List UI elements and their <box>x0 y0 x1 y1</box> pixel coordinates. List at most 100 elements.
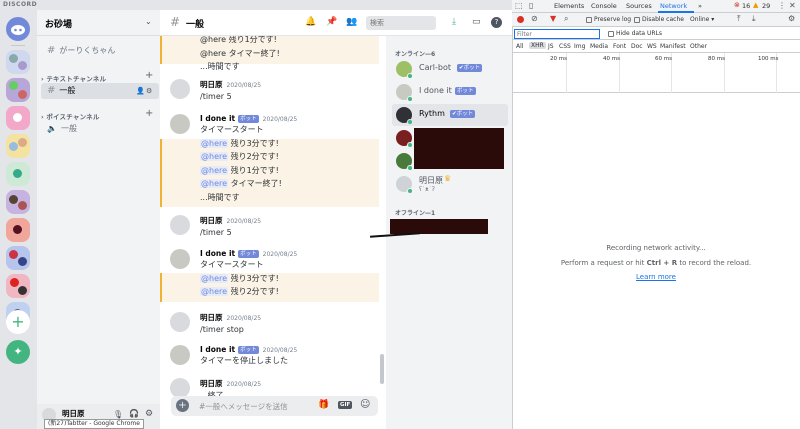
channel-pinned[interactable]: # がーりくちゃん <box>41 43 159 59</box>
hide-data-urls-checkbox[interactable]: Hide data URLs <box>608 30 662 37</box>
message-composer[interactable]: + #一般へメッセージを送信 🎁 GIF ☺ <box>171 396 378 416</box>
upload-icon[interactable]: ⤒ <box>737 14 741 24</box>
add-server-icon[interactable]: + <box>6 310 30 334</box>
inbox-icon[interactable]: ▭ <box>472 17 481 27</box>
tab-sources[interactable]: Sources <box>626 2 652 10</box>
mention[interactable]: @here <box>200 273 229 283</box>
invite-icon[interactable]: 👤 <box>136 83 145 99</box>
mention[interactable]: @here <box>200 179 229 188</box>
gift-icon[interactable]: 🎁 <box>318 400 329 410</box>
server-icon[interactable] <box>6 78 30 102</box>
search-input[interactable] <box>366 16 436 30</box>
upload-plus-icon[interactable]: + <box>176 399 189 412</box>
author[interactable]: 明日原 <box>200 313 223 322</box>
emoji-icon[interactable]: ☺ <box>360 399 370 410</box>
type-other[interactable]: Other <box>690 43 707 50</box>
type-js[interactable]: JS <box>548 43 554 50</box>
author[interactable]: 明日原 <box>200 80 223 89</box>
kebab-menu-icon[interactable]: ⋮ <box>778 1 786 10</box>
clear-icon[interactable]: ⊘ <box>531 14 538 23</box>
error-count[interactable]: 16 <box>742 2 750 10</box>
gear-icon[interactable]: ⚙ <box>146 83 152 99</box>
server-icon[interactable] <box>6 274 30 298</box>
explore-compass-icon[interactable]: ✦ <box>6 340 30 364</box>
type-img[interactable]: Img <box>574 43 585 50</box>
discord-home-icon[interactable] <box>6 17 30 41</box>
channel-text-general[interactable]: # 一般 👤 ⚙ <box>41 83 159 99</box>
scrollbar[interactable] <box>380 354 384 384</box>
mention[interactable]: @here <box>200 165 229 175</box>
avatar[interactable] <box>170 312 190 332</box>
headphones-icon[interactable]: 🎧 <box>129 409 139 418</box>
disable-cache-checkbox[interactable]: Disable cache <box>634 16 684 23</box>
server-icon[interactable] <box>6 50 30 74</box>
author[interactable]: I done it <box>200 249 235 258</box>
server-header[interactable]: お砂場 ⌄ <box>37 10 160 36</box>
member-item[interactable]: Rythm ✔ボット <box>392 104 508 126</box>
avatar[interactable] <box>170 114 190 134</box>
server-icon[interactable] <box>6 246 30 270</box>
learn-more-link[interactable]: Learn more <box>512 273 800 281</box>
tab-console[interactable]: Console <box>591 2 617 10</box>
type-ws[interactable]: WS <box>647 43 657 50</box>
member-item[interactable]: Carl-bot ✔ボット <box>392 58 508 80</box>
author[interactable]: 明日原 <box>200 379 223 388</box>
preserve-log-checkbox[interactable]: Preserve log <box>586 16 631 23</box>
settings-gear-icon[interactable]: ⚙ <box>788 14 795 23</box>
mention[interactable]: @here <box>200 138 229 148</box>
error-icon[interactable]: ⊗ <box>734 1 740 9</box>
warning-count[interactable]: 29 <box>762 2 770 10</box>
author[interactable]: I done it <box>200 345 235 354</box>
server-icon[interactable] <box>6 190 30 214</box>
record-icon[interactable] <box>517 16 524 23</box>
server-icon[interactable] <box>6 134 30 158</box>
author[interactable]: I done it <box>200 114 235 123</box>
bell-icon[interactable]: 🔔 <box>305 17 316 27</box>
avatar[interactable] <box>170 79 190 99</box>
add-channel-icon[interactable]: + <box>145 108 153 119</box>
category-text[interactable]: › テキストチャンネル <box>41 73 106 83</box>
tab-elements[interactable]: Elements <box>554 2 584 10</box>
type-all[interactable]: All <box>516 43 523 50</box>
member-item[interactable]: 明日原 ♛ ʕ˙ᴥ˙ʔ <box>392 173 508 199</box>
settings-gear-icon[interactable]: ⚙ <box>145 409 153 419</box>
avatar[interactable] <box>170 249 190 269</box>
help-icon[interactable]: ? <box>491 17 502 28</box>
server-icon[interactable] <box>6 106 30 130</box>
avatar[interactable] <box>170 345 190 365</box>
channel-voice-general[interactable]: 🔈 一般 <box>41 121 159 137</box>
download-icon[interactable]: ⤓ <box>752 14 756 24</box>
warning-icon[interactable]: ▲ <box>753 1 758 9</box>
filter-icon[interactable]: ▼ <box>550 14 556 23</box>
members-icon[interactable]: 👥 <box>346 17 357 27</box>
more-tabs-button[interactable]: » <box>698 2 702 10</box>
gif-button[interactable]: GIF <box>338 401 353 409</box>
throttle-select[interactable]: Online ▾ <box>690 16 714 23</box>
device-toggle-icon[interactable]: ▯ <box>529 1 533 10</box>
search-icon[interactable]: ⌕ <box>564 14 568 24</box>
close-icon[interactable]: ✕ <box>789 1 796 10</box>
avatar[interactable] <box>170 378 190 398</box>
type-doc[interactable]: Doc <box>631 43 643 50</box>
type-media[interactable]: Media <box>590 43 608 50</box>
chevron-down-icon[interactable]: ⌄ <box>145 17 152 26</box>
tab-network[interactable]: Network <box>660 2 687 10</box>
avatar[interactable] <box>170 215 190 235</box>
type-manifest[interactable]: Manifest <box>660 43 686 50</box>
microphone-icon[interactable]: 🎙 <box>113 410 123 419</box>
type-font[interactable]: Font <box>613 43 626 50</box>
member-item[interactable]: I done it ボット <box>392 81 508 103</box>
add-channel-icon[interactable]: + <box>145 70 153 81</box>
mention[interactable]: @here <box>200 152 229 161</box>
inspect-icon[interactable]: ⬚ <box>515 1 523 10</box>
type-css[interactable]: CSS <box>559 43 571 50</box>
pin-icon[interactable]: 📌 <box>326 17 337 27</box>
category-voice[interactable]: › ボイスチャンネル <box>41 111 100 121</box>
filter-input[interactable] <box>514 29 600 39</box>
author[interactable]: 明日原 <box>200 216 223 225</box>
download-icon[interactable]: ⤓ <box>452 17 456 27</box>
server-icon[interactable] <box>6 162 30 186</box>
mention[interactable]: @here <box>200 287 229 296</box>
type-xhr[interactable]: XHR <box>529 42 546 49</box>
server-icon[interactable] <box>6 218 30 242</box>
